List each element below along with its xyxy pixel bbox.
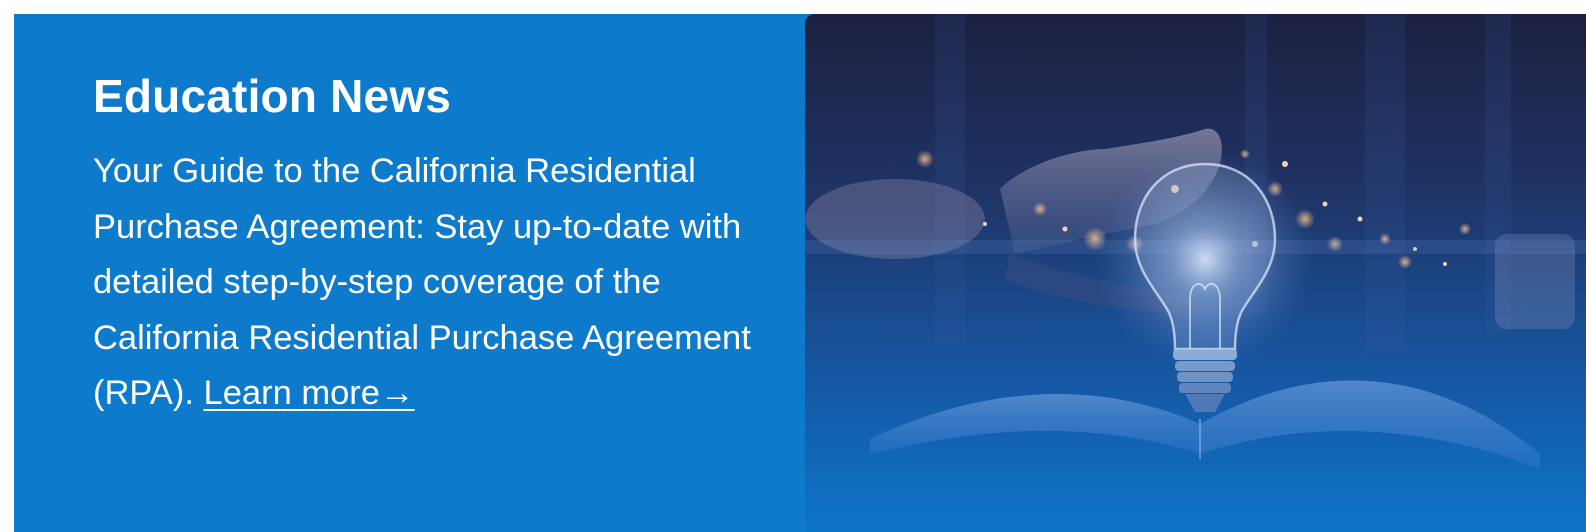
learn-more-link[interactable]: Learn more→: [204, 374, 415, 412]
lightbulb-book-illustration: [805, 14, 1586, 532]
lightbulb-book-image: [805, 14, 1586, 532]
banner-description-text: Your Guide to the California Residential…: [93, 152, 751, 412]
education-news-banner: Education News Your Guide to the Califor…: [14, 14, 1586, 532]
banner-title: Education News: [93, 70, 452, 122]
banner-description: Your Guide to the California Residential…: [93, 144, 773, 422]
banner-text-column: Education News Your Guide to the Califor…: [93, 68, 773, 422]
